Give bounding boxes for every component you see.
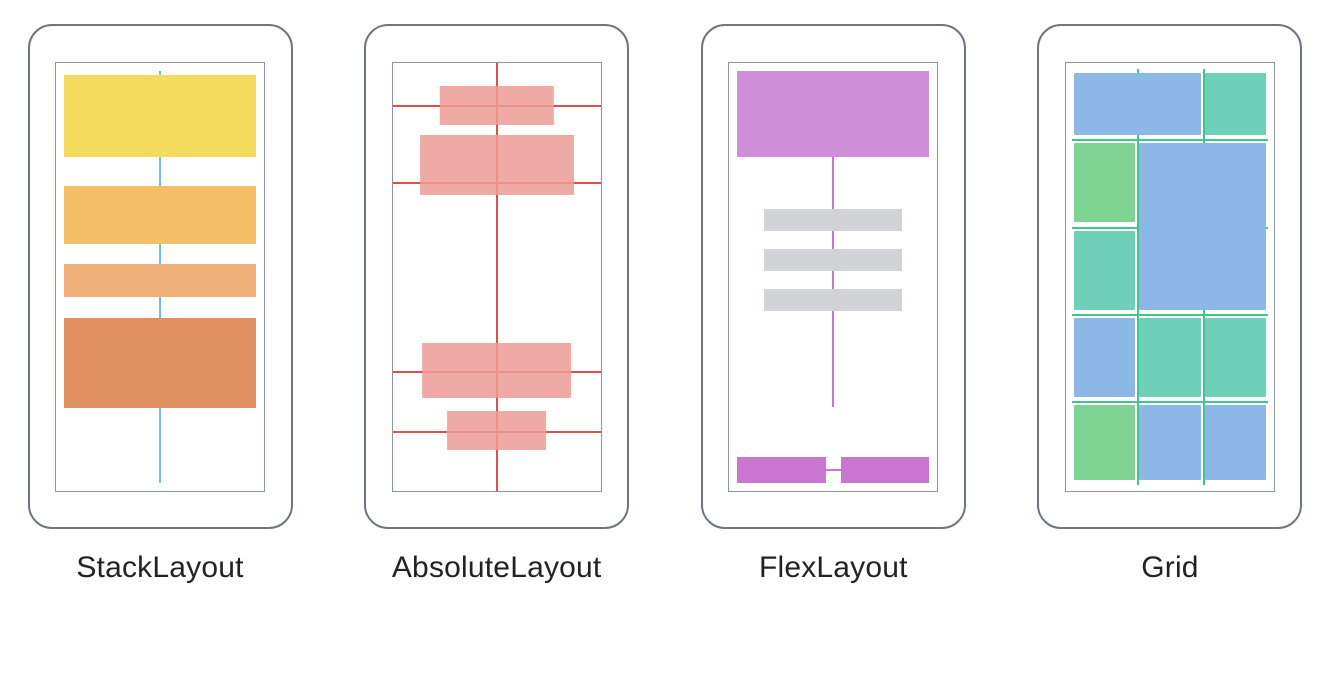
grid-label: Grid: [1141, 551, 1198, 585]
absolutelayout-screen: [392, 62, 602, 492]
grid-tile: [1205, 318, 1266, 397]
abs-box: [420, 135, 574, 195]
phone-frame: [1037, 24, 1302, 529]
stacklayout-screen: [55, 62, 265, 492]
flex-row-block: [764, 289, 902, 311]
grid-tile: [1205, 405, 1266, 480]
grid-screen: [1065, 62, 1275, 492]
grid-tile: [1074, 231, 1135, 310]
flex-footer-left: [737, 457, 825, 483]
stack-bar: [64, 264, 256, 297]
stack-bar: [64, 318, 256, 409]
flex-row-block: [764, 209, 902, 231]
flex-footer-right: [841, 457, 929, 483]
cards-row: StackLayout AbsoluteLayout: [20, 24, 1310, 676]
flexlayout-screen: [728, 62, 938, 492]
abs-box: [422, 343, 572, 399]
flex-footer: [737, 457, 929, 483]
card-absolutelayout: AbsoluteLayout: [357, 24, 637, 585]
grid-row-line: [1072, 314, 1268, 316]
stacklayout-label: StackLayout: [76, 551, 243, 585]
grid-tile: [1074, 73, 1201, 135]
phone-frame: [364, 24, 629, 529]
flex-hero-block: [737, 71, 929, 157]
grid-tile: [1074, 405, 1135, 480]
layout-diagram: StackLayout AbsoluteLayout: [0, 0, 1330, 700]
phone-frame: [701, 24, 966, 529]
flex-row-block: [764, 249, 902, 271]
grid-inner: [1072, 69, 1268, 485]
grid-row-line: [1072, 401, 1268, 403]
stack-bar: [64, 75, 256, 157]
phone-frame: [28, 24, 293, 529]
card-flexlayout: FlexLayout: [693, 24, 973, 585]
grid-tile: [1205, 73, 1266, 135]
grid-tile: [1139, 318, 1201, 397]
abs-box: [439, 86, 553, 125]
card-grid: Grid: [1030, 24, 1310, 585]
grid-tile: [1139, 405, 1201, 480]
card-stacklayout: StackLayout: [20, 24, 300, 585]
stacklayout-inner: [64, 71, 256, 483]
absolutelayout-label: AbsoluteLayout: [392, 551, 602, 585]
grid-tile: [1074, 318, 1135, 397]
flex-column: [737, 71, 929, 483]
grid-row-line: [1072, 139, 1268, 141]
grid-tile: [1139, 143, 1266, 309]
stack-bar: [64, 186, 256, 244]
abs-box: [447, 411, 547, 450]
flexlayout-label: FlexLayout: [759, 551, 908, 585]
grid-tile: [1074, 143, 1135, 222]
